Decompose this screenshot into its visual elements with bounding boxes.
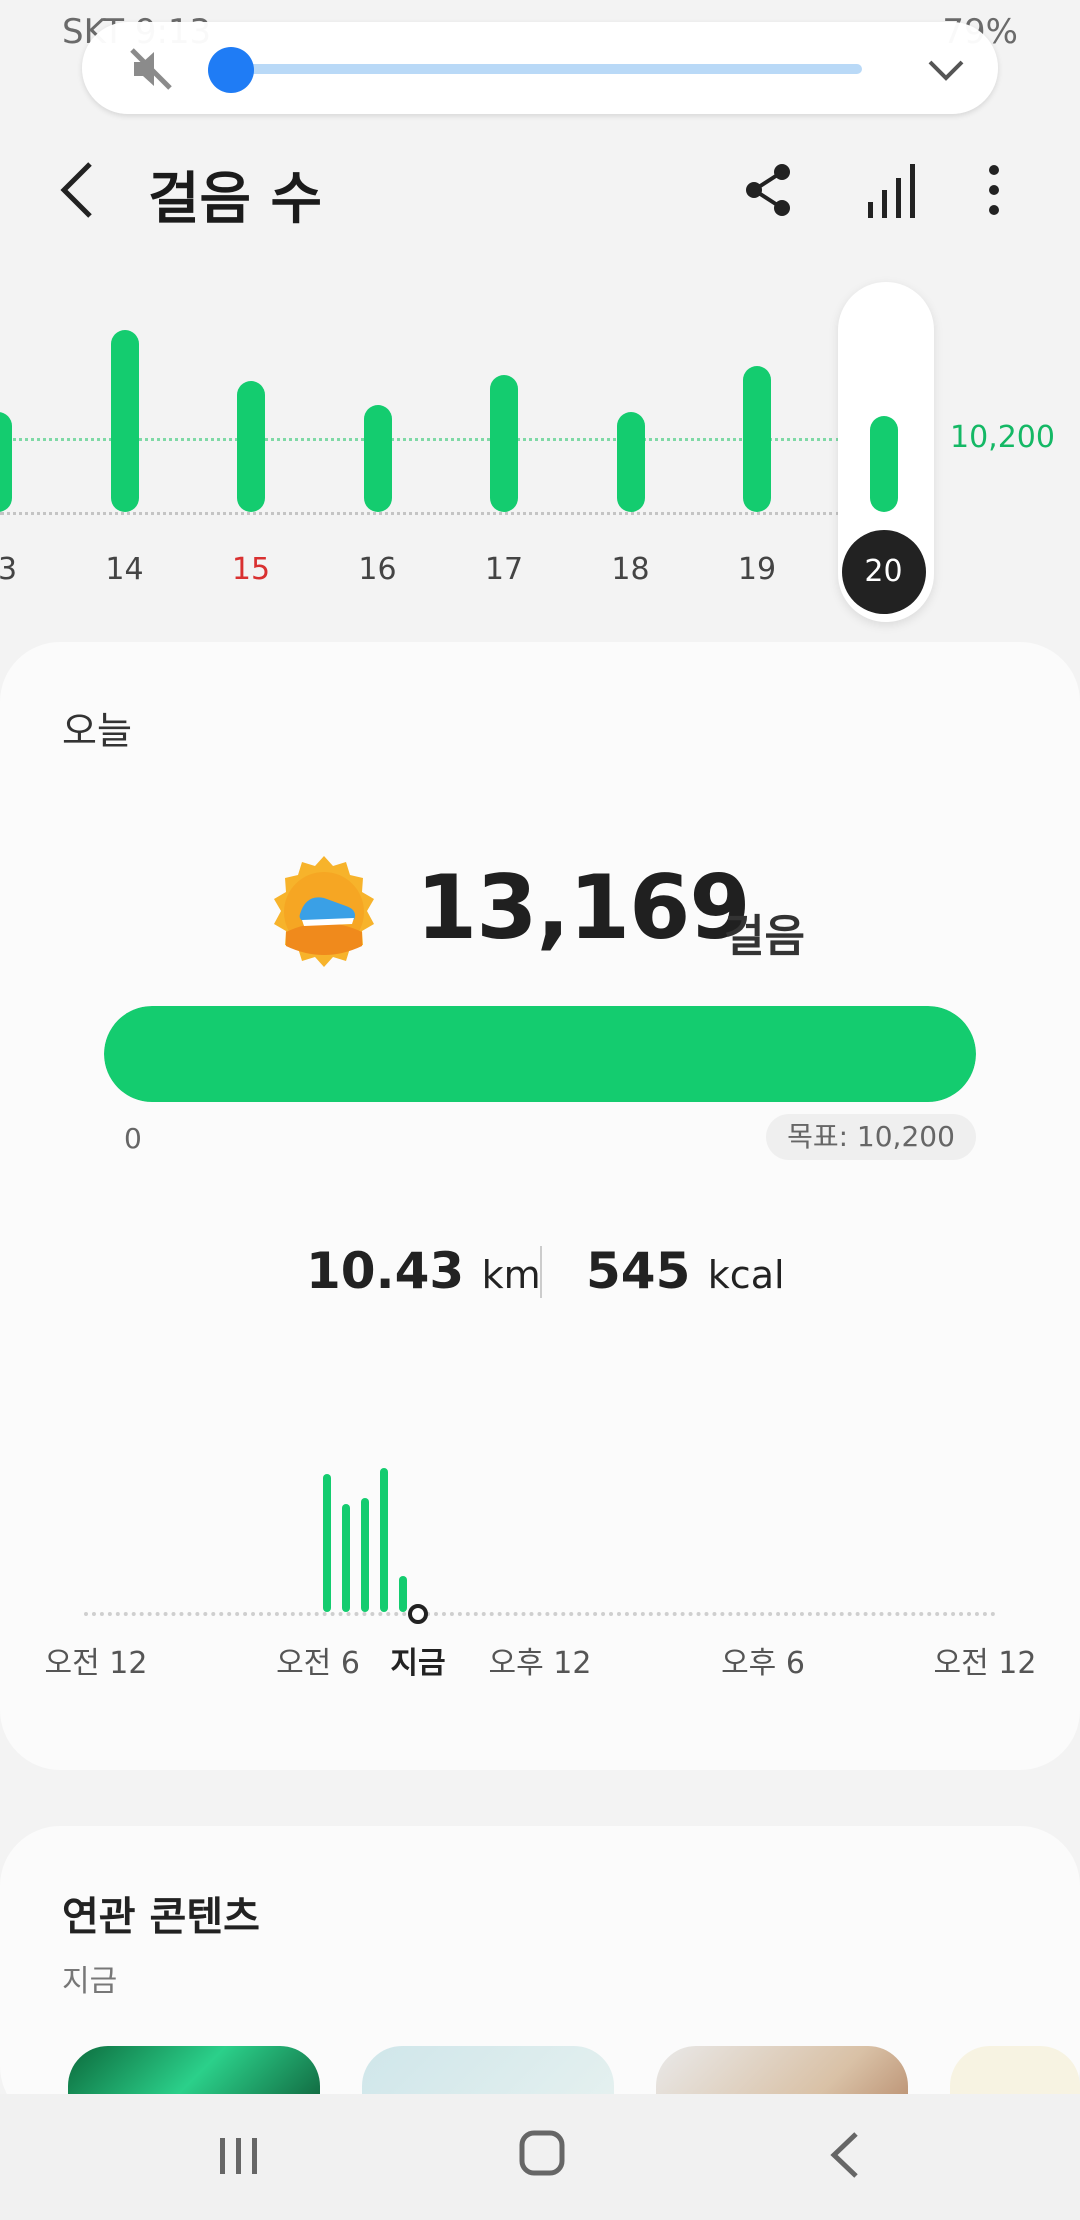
distance-unit: km — [481, 1253, 541, 1297]
hour-bar — [342, 1504, 351, 1612]
hour-label: 오전 12 — [933, 1646, 1037, 1681]
related-subtitle: 지금 — [62, 1964, 118, 1999]
today-stats: 10.43 km 545 kcal — [0, 1242, 1080, 1312]
day-label[interactable]: 14 — [85, 552, 165, 587]
hour-bar — [380, 1468, 389, 1612]
related-content-card: 연관 콘텐츠 지금 — [0, 1826, 1080, 2146]
system-nav-bar — [0, 2094, 1080, 2220]
distance-value: 10.43 — [306, 1242, 465, 1300]
calories-value: 545 — [586, 1242, 691, 1300]
steps-unit: 걸음 — [724, 911, 805, 962]
volume-slider-thumb[interactable] — [208, 47, 254, 93]
hourly-steps-chart[interactable]: 오전 12 오전 6 지금 오후 12 오후 6 오전 12 — [0, 1432, 1080, 1692]
day-label[interactable]: 19 — [717, 552, 797, 587]
calories-stat: 545 kcal — [586, 1242, 785, 1300]
baseline — [0, 512, 840, 515]
screen: SKT 9:13 79% 걸음 수 — [0, 0, 1080, 2220]
hour-bar — [361, 1498, 370, 1612]
volume-panel — [82, 22, 998, 114]
day-label[interactable]: 20 — [841, 530, 926, 614]
day-bar[interactable] — [237, 381, 265, 512]
day-bar[interactable] — [0, 412, 12, 512]
day-label[interactable]: 13 — [0, 552, 38, 587]
day-label[interactable]: 17 — [464, 552, 544, 587]
hour-bar — [323, 1474, 332, 1612]
day-bar[interactable] — [869, 416, 898, 512]
hour-label: 오전 12 — [44, 1646, 148, 1681]
goal-badge: 목표: 10,200 — [766, 1114, 976, 1160]
hour-label: 오전 6 — [276, 1646, 360, 1681]
day-bar[interactable] — [363, 405, 392, 512]
app-header: 걸음 수 — [0, 140, 1080, 240]
day-label[interactable]: 16 — [338, 552, 418, 587]
hour-label: 오후 6 — [721, 1646, 805, 1681]
now-marker — [408, 1604, 428, 1624]
more-vertical-icon[interactable] — [974, 160, 1014, 220]
calories-unit: kcal — [707, 1253, 785, 1297]
today-card: 오늘 13,169 걸음 0 목표: 10,200 10.43 km 545 k… — [0, 642, 1080, 1770]
hour-label-now: 지금 — [390, 1646, 446, 1681]
bar-chart-icon[interactable] — [862, 158, 922, 220]
goal-progress-fill — [104, 1006, 976, 1102]
shoe-medal-icon — [274, 856, 374, 967]
back-arrow-icon[interactable] — [52, 158, 112, 222]
today-label: 오늘 — [62, 709, 132, 753]
recent-apps-icon[interactable] — [216, 2134, 262, 2178]
distance-stat: 10.43 km — [306, 1242, 541, 1300]
page-title: 걸음 수 — [148, 167, 323, 232]
volume-mute-icon[interactable] — [126, 44, 176, 94]
share-icon[interactable] — [738, 160, 798, 220]
hour-label: 오후 12 — [488, 1646, 592, 1681]
goal-progress-bar — [104, 1006, 976, 1102]
home-icon[interactable] — [518, 2128, 566, 2178]
daily-steps-chart[interactable]: 10,200 13 14 15 16 17 18 19 20 — [0, 270, 1080, 630]
hour-axis — [84, 1612, 996, 1616]
goal-value-label: 10,200 — [950, 420, 1055, 455]
day-label[interactable]: 15 — [211, 552, 291, 587]
hour-bar — [399, 1576, 408, 1612]
day-bar[interactable] — [616, 412, 645, 512]
day-bar[interactable] — [490, 375, 518, 512]
back-icon[interactable] — [826, 2130, 862, 2180]
steps-count: 13,169 — [416, 856, 751, 959]
volume-slider-track[interactable] — [232, 64, 862, 74]
chevron-down-icon[interactable] — [924, 48, 968, 92]
progress-start-label: 0 — [124, 1122, 142, 1155]
related-title: 연관 콘텐츠 — [62, 1894, 260, 1940]
day-bar[interactable] — [743, 366, 771, 512]
stat-divider — [540, 1246, 542, 1298]
day-label[interactable]: 18 — [591, 552, 671, 587]
day-bar[interactable] — [110, 330, 139, 512]
